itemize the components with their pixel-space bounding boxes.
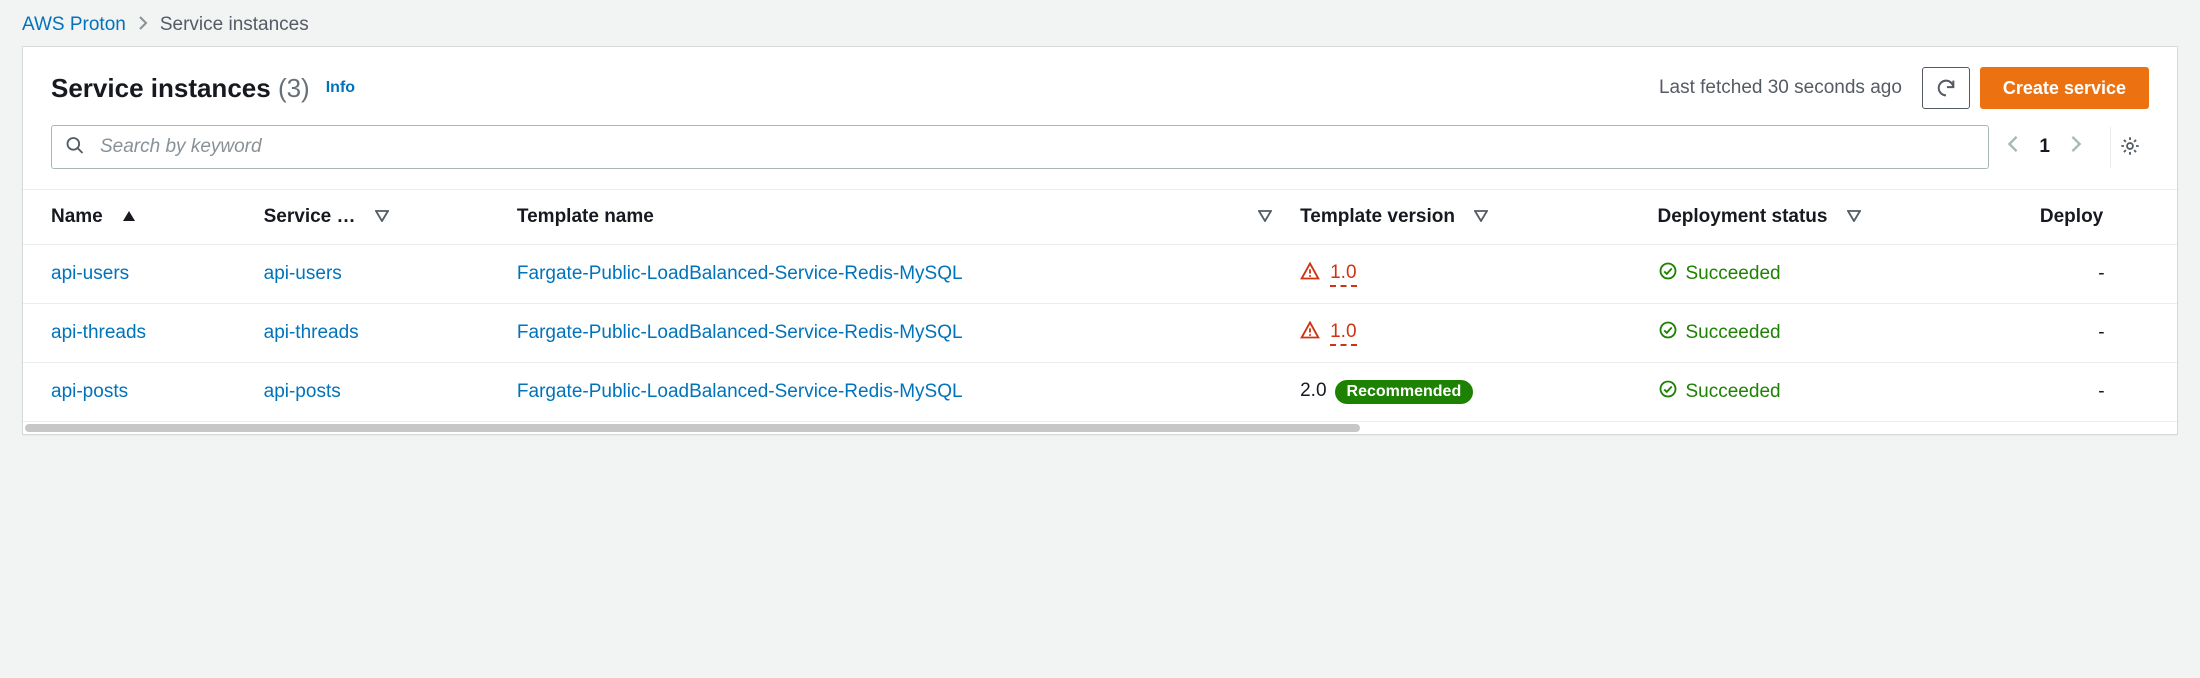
instance-name-link[interactable]: api-posts: [51, 381, 128, 402]
instance-name-link[interactable]: api-threads: [51, 322, 146, 343]
deployed-cell: -: [2098, 322, 2104, 343]
col-template-version-label: Template version: [1300, 206, 1455, 227]
search-input[interactable]: [51, 125, 1989, 169]
service-instances-panel: Service instances (3) Info Last fetched …: [22, 46, 2178, 435]
info-link[interactable]: Info: [326, 79, 355, 97]
version-value: 1.0: [1330, 321, 1356, 346]
toolbar: 1: [23, 121, 2177, 189]
breadcrumb: AWS Proton Service instances: [0, 0, 2200, 46]
success-icon: [1658, 379, 1678, 405]
col-template-name[interactable]: Template name: [503, 190, 1286, 245]
success-icon: [1658, 320, 1678, 346]
table-row: api-users api-users Fargate-Public-LoadBal…: [23, 245, 2177, 304]
col-template-version[interactable]: Template version: [1286, 190, 1643, 245]
success-icon: [1658, 261, 1678, 287]
page-title-count: (3): [278, 73, 310, 103]
search-field-wrap: [51, 125, 1989, 169]
page-number: 1: [2039, 136, 2050, 158]
scrollbar-thumb[interactable]: [25, 424, 1360, 432]
col-service[interactable]: Service …: [250, 190, 503, 245]
version-value: 2.0: [1300, 380, 1326, 401]
version-outdated[interactable]: 1.0: [1300, 261, 1356, 287]
col-service-label: Service …: [264, 206, 356, 227]
chevron-right-icon: [138, 14, 148, 36]
table-row: api-posts api-posts Fargate-Public-LoadBal…: [23, 363, 2177, 422]
warning-icon: [1300, 320, 1320, 346]
deployment-status: Succeeded: [1658, 320, 1781, 346]
page-next-button[interactable]: [2070, 135, 2082, 159]
last-fetched-text: Last fetched 30 seconds ago: [1659, 77, 1902, 99]
status-text: Succeeded: [1686, 381, 1781, 403]
horizontal-scrollbar[interactable]: [23, 422, 2177, 434]
col-deployment-status[interactable]: Deployment status: [1644, 190, 2026, 245]
col-deployment-status-label: Deployment status: [1658, 206, 1828, 227]
table-row: api-threads api-threads Fargate-Public-Loa…: [23, 304, 2177, 363]
breadcrumb-root[interactable]: AWS Proton: [22, 14, 126, 36]
col-name-label: Name: [51, 206, 103, 227]
refresh-button[interactable]: [1922, 67, 1970, 109]
version-value: 1.0: [1330, 262, 1356, 287]
pagination: 1: [2007, 127, 2149, 168]
col-name[interactable]: Name: [23, 190, 250, 245]
service-instances-table: Name Service … Template name: [23, 189, 2177, 422]
panel-header: Service instances (3) Info Last fetched …: [23, 47, 2177, 121]
deployment-status: Succeeded: [1658, 379, 1781, 405]
sort-icon: [375, 206, 389, 227]
version-outdated[interactable]: 1.0: [1300, 320, 1356, 346]
create-service-button[interactable]: Create service: [1980, 67, 2149, 109]
sort-icon: [1474, 206, 1488, 227]
status-text: Succeeded: [1686, 322, 1781, 344]
sort-icon: [1258, 206, 1272, 228]
breadcrumb-current: Service instances: [160, 14, 309, 36]
warning-icon: [1300, 261, 1320, 287]
deployment-status: Succeeded: [1658, 261, 1781, 287]
sort-asc-icon: [122, 206, 136, 227]
sort-icon: [1847, 206, 1861, 227]
recommended-badge: Recommended: [1335, 380, 1474, 404]
template-name-link[interactable]: Fargate-Public-LoadBalanced-Service-Redi…: [517, 263, 963, 284]
service-link[interactable]: api-threads: [264, 322, 359, 343]
service-link[interactable]: api-users: [264, 263, 342, 284]
page-title: Service instances (3): [51, 73, 310, 104]
col-deployed-label: Deploy: [2040, 206, 2103, 227]
col-template-name-label: Template name: [517, 206, 654, 227]
service-link[interactable]: api-posts: [264, 381, 341, 402]
page-title-text: Service instances: [51, 73, 271, 103]
status-text: Succeeded: [1686, 263, 1781, 285]
col-deployed[interactable]: Deploy: [2026, 190, 2177, 245]
table-settings-button[interactable]: [2110, 127, 2149, 168]
gear-icon: [2119, 135, 2141, 157]
page-prev-button[interactable]: [2007, 135, 2019, 159]
chevron-left-icon: [2007, 135, 2019, 153]
template-name-link[interactable]: Fargate-Public-LoadBalanced-Service-Redi…: [517, 381, 963, 402]
deployed-cell: -: [2098, 381, 2104, 402]
template-name-link[interactable]: Fargate-Public-LoadBalanced-Service-Redi…: [517, 322, 963, 343]
instance-name-link[interactable]: api-users: [51, 263, 129, 284]
deployed-cell: -: [2098, 263, 2104, 284]
search-icon: [65, 136, 85, 159]
refresh-icon: [1935, 77, 1957, 99]
chevron-right-icon: [2070, 135, 2082, 153]
